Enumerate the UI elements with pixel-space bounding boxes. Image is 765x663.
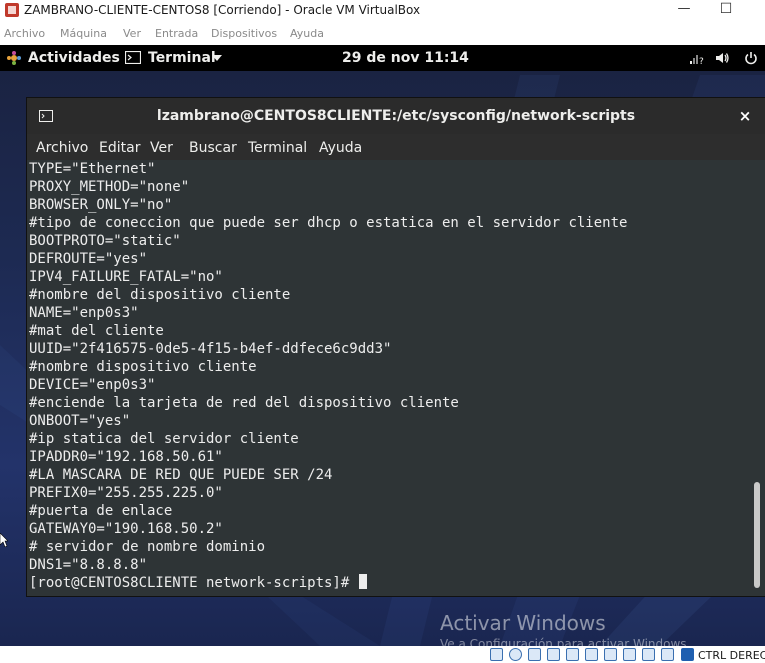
terminal-menu-ver[interactable]: Ver (150, 140, 173, 156)
terminal-line: PREFIX0="255.255.225.0" (29, 485, 223, 501)
terminal-menu-terminal[interactable]: Terminal (248, 140, 307, 156)
scrollbar-thumb[interactable] (754, 482, 760, 588)
terminal-line: IPADDR0="192.168.50.61" (29, 449, 223, 465)
activities-icon[interactable] (6, 50, 22, 66)
vbox-menu-ver[interactable]: Ver (123, 27, 141, 40)
keyboard-capture-icon[interactable] (681, 648, 694, 661)
terminal-line: DNS1="8.8.8.8" (29, 557, 148, 573)
power-icon[interactable] (743, 50, 759, 66)
activities-button[interactable]: Actividades (28, 50, 120, 66)
terminal-line: NAME="enp0s3" (29, 305, 139, 321)
terminal-line: #tipo de coneccion que puede ser dhcp o … (29, 215, 628, 231)
vbox-titlebar: ZAMBRANO-CLIENTE-CENTOS8 [Corriendo] - O… (0, 0, 765, 22)
gnome-topbar: Actividades Terminal 29 de nov 11:14 ? (0, 45, 765, 71)
terminal-line: ONBOOT="yes" (29, 413, 131, 429)
terminal-line: #enciende la tarjeta de red del disposit… (29, 395, 459, 411)
virtualbox-app-icon (5, 3, 19, 17)
vbox-menubar: Archivo Máquina Ver Entrada Dispositivos… (0, 24, 765, 44)
text-cursor (358, 574, 367, 589)
shared-folders-icon[interactable] (585, 648, 598, 661)
vbox-window-title: ZAMBRANO-CLIENTE-CENTOS8 [Corriendo] - O… (24, 3, 421, 17)
terminal-line: #ip statica del servidor cliente (29, 431, 299, 447)
app-menu-terminal[interactable]: Terminal (148, 50, 216, 66)
minimize-button[interactable]: — (674, 0, 694, 20)
terminal-line: # servidor de nombre dominio (29, 539, 266, 555)
recording-icon[interactable] (623, 648, 636, 661)
terminal-window: lzambrano@CENTOS8CLIENTE:/etc/sysconfig/… (26, 97, 765, 597)
terminal-headerbar[interactable]: lzambrano@CENTOS8CLIENTE:/etc/sysconfig/… (27, 98, 765, 134)
hard-disk-icon[interactable] (490, 648, 503, 661)
scrollbar[interactable] (749, 160, 765, 596)
terminal-line: #LA MASCARA DE RED QUE PUEDE SER /24 (29, 467, 333, 483)
vbox-menu-ayuda[interactable]: Ayuda (290, 27, 324, 40)
terminal-line: #nombre dispositivo cliente (29, 359, 257, 375)
activate-windows-title: Activar Windows (440, 611, 606, 635)
terminal-line: GATEWAY0="190.168.50.2" (29, 521, 223, 537)
terminal-line: #nombre del dispositivo cliente (29, 287, 291, 303)
terminal-line: DEVICE="enp0s3" (29, 377, 156, 393)
display-icon[interactable] (604, 648, 617, 661)
terminal-title: lzambrano@CENTOS8CLIENTE:/etc/sysconfig/… (156, 108, 636, 124)
audio-icon[interactable] (528, 648, 541, 661)
mouse-integration-icon[interactable] (661, 648, 674, 661)
network-icon[interactable] (547, 648, 560, 661)
vbox-menu-maquina[interactable]: Máquina (60, 27, 107, 40)
terminal-line: BROWSER_ONLY="no" (29, 197, 173, 213)
terminal-output[interactable]: TYPE="Ethernet" PROXY_METHOD="none" BROWSE… (27, 160, 749, 596)
chevron-down-icon[interactable] (212, 55, 222, 61)
network-question-icon[interactable]: ? (688, 50, 704, 66)
terminal-menu-editar[interactable]: Editar (99, 140, 140, 156)
vbox-menu-archivo[interactable]: Archivo (4, 27, 45, 40)
terminal-menu-archivo[interactable]: Archivo (36, 140, 88, 156)
terminal-line: PROXY_METHOD="none" (29, 179, 190, 195)
terminal-app-icon (125, 51, 141, 64)
volume-icon[interactable] (714, 50, 730, 66)
guest-desktop: Actividades Terminal 29 de nov 11:14 ? l… (0, 45, 765, 646)
terminal-prompt-line[interactable]: [root@CENTOS8CLIENTE network-scripts]# (29, 574, 367, 592)
terminal-menu-buscar[interactable]: Buscar (189, 140, 237, 156)
terminal-line: #mat del cliente (29, 323, 164, 339)
terminal-line: BOOTPROTO="static" (29, 233, 181, 249)
terminal-line: UUID="2f416575-0de5-4f15-b4ef-ddfece6c9d… (29, 341, 392, 357)
terminal-line: TYPE="Ethernet" (29, 161, 156, 177)
clock[interactable]: 29 de nov 11:14 (342, 50, 469, 66)
cpu-icon[interactable] (642, 648, 655, 661)
host-key-label: CTRL DERECH (698, 649, 765, 662)
optical-drive-icon[interactable] (509, 648, 522, 661)
vbox-menu-dispositivos[interactable]: Dispositivos (211, 27, 277, 40)
usb-icon[interactable] (566, 648, 579, 661)
terminal-line: DEFROUTE="yes" (29, 251, 148, 267)
activate-windows-subtitle: Ve a Configuración para activar Windows. (440, 637, 691, 646)
svg-text:?: ? (699, 57, 704, 66)
shell-prompt: [root@CENTOS8CLIENTE network-scripts]# (29, 575, 358, 591)
mouse-pointer-icon (0, 533, 8, 547)
maximize-button[interactable]: ☐ (716, 0, 736, 20)
terminal-menu-ayuda[interactable]: Ayuda (319, 140, 362, 156)
vbox-menu-entrada[interactable]: Entrada (155, 27, 198, 40)
vbox-statusbar: CTRL DERECH (0, 646, 765, 663)
terminal-menubar: Archivo Editar Ver Buscar Terminal Ayuda (27, 134, 765, 160)
close-button[interactable]: × (736, 107, 754, 125)
terminal-line: #puerta de enlace (29, 503, 173, 519)
terminal-line: IPV4_FAILURE_FATAL="no" (29, 269, 223, 285)
